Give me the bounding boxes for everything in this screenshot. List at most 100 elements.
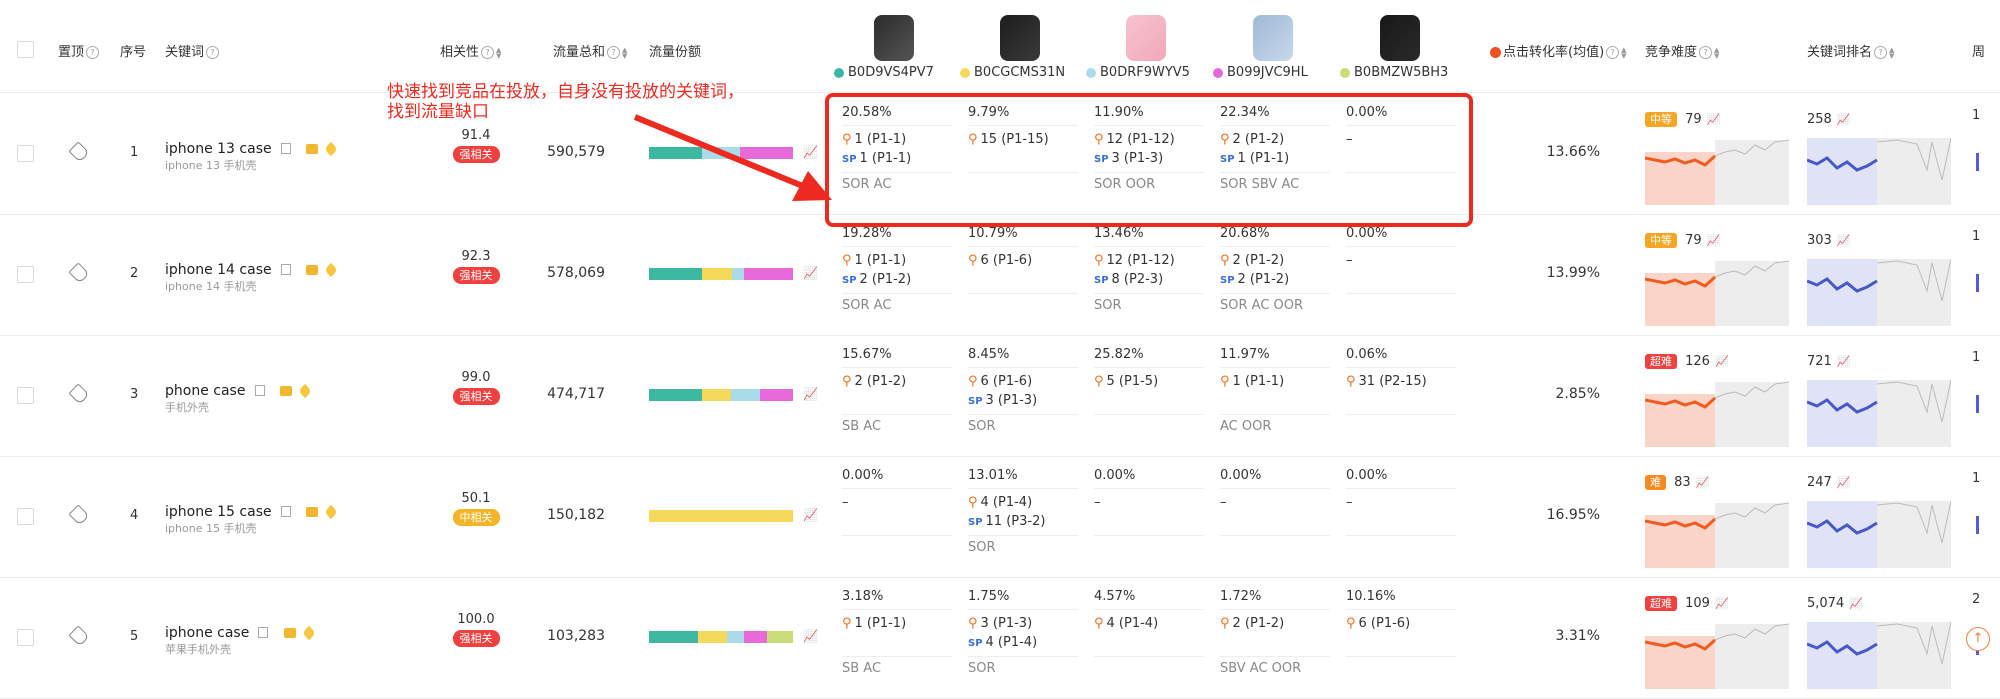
row-checkbox[interactable] — [17, 629, 34, 646]
trend-icon[interactable]: 📈 — [803, 387, 818, 401]
copy-icon[interactable] — [280, 506, 291, 517]
rank-value: 3 (P1-3) — [985, 393, 1038, 408]
help-icon[interactable]: ? — [607, 46, 621, 59]
trend-icon[interactable]: 📈 — [1837, 113, 1851, 126]
copy-icon[interactable] — [254, 385, 265, 396]
rocket-icon[interactable] — [323, 262, 338, 277]
keyword-text[interactable]: iphone 15 case — [165, 504, 272, 520]
sort-icon[interactable]: ▲ ▼ — [622, 46, 627, 59]
help-icon[interactable]: ? — [1874, 46, 1888, 59]
help-icon[interactable]: ? — [1699, 46, 1713, 59]
trend-icon[interactable]: 📈 — [1849, 597, 1863, 610]
keyword-text[interactable]: iphone 13 case — [165, 141, 272, 157]
trend-icon[interactable]: 📈 — [1837, 355, 1851, 368]
row-checkbox[interactable] — [17, 145, 34, 162]
help-icon[interactable]: ? — [481, 46, 495, 59]
traffic-share-bar[interactable] — [649, 268, 793, 280]
relevance-cell: 92.3 强相关 — [451, 249, 501, 284]
copy-icon[interactable] — [258, 627, 269, 638]
trend-icon[interactable]: 📈 — [1837, 234, 1851, 247]
product-image[interactable] — [1126, 15, 1166, 61]
copy-icon[interactable] — [280, 264, 291, 275]
trend-icon[interactable]: 📈 — [1837, 476, 1851, 489]
tag-icon[interactable] — [68, 262, 90, 284]
sort-ctr[interactable]: 点击转化率(均值)? ▲ ▼ — [1490, 41, 1627, 60]
ad-icon[interactable] — [305, 143, 318, 154]
rocket-icon[interactable] — [323, 504, 338, 519]
difficulty-badge: 超难 — [1645, 354, 1677, 369]
table-row[interactable]: 2 iphone 14 case iphone 14 手机壳 92.3 强相关 … — [0, 214, 2000, 335]
product-legend[interactable]: B0D9VS4PV7 — [834, 65, 934, 80]
competition-sparkline — [1645, 139, 1789, 205]
tag-icon[interactable] — [68, 625, 90, 647]
rocket-icon[interactable] — [301, 625, 316, 640]
copy-icon[interactable] — [280, 143, 291, 154]
keyword-text[interactable]: phone case — [165, 383, 245, 399]
trend-icon[interactable]: 📈 — [1707, 234, 1721, 247]
traffic-share-bar[interactable] — [649, 510, 793, 522]
product-image[interactable] — [1000, 15, 1040, 61]
table-row[interactable]: 5 iphone case 苹果手机外壳 100.0 强相关 103,283 📈 3… — [0, 577, 2000, 698]
ad-icon[interactable] — [305, 506, 318, 517]
product-legend[interactable]: B0BMZW5BH3 — [1340, 65, 1448, 80]
keyword-text[interactable]: iphone 14 case — [165, 262, 272, 278]
row-checkbox[interactable] — [17, 508, 34, 525]
sort-icon[interactable]: ▲ ▼ — [496, 46, 501, 59]
sort-traffic[interactable]: 流量总和? ▲ ▼ — [553, 41, 627, 60]
competition-cell: 超难 109 📈 — [1645, 592, 1729, 611]
traffic-share-bar[interactable] — [649, 631, 793, 643]
trend-icon[interactable]: 📈 — [1715, 597, 1729, 610]
table-row[interactable]: 4 iphone 15 case iphone 15 手机壳 50.1 中相关 … — [0, 456, 2000, 577]
select-all-checkbox[interactable] — [17, 41, 34, 58]
row-checkbox[interactable] — [17, 387, 34, 404]
difficulty-value: 109 — [1685, 596, 1710, 611]
product-image[interactable] — [1380, 15, 1420, 61]
tag-icon[interactable] — [68, 141, 90, 163]
trend-icon[interactable]: 📈 — [803, 266, 818, 280]
sort-rank[interactable]: 关键词排名? ▲ ▼ — [1807, 41, 1894, 60]
sort-competition[interactable]: 竞争难度? ▲ ▼ — [1645, 41, 1719, 60]
placement-tags: AC OOR — [1220, 419, 1272, 434]
edge-sparkline — [1976, 153, 1979, 171]
traffic-share-pct: 0.00% — [1094, 468, 1136, 483]
keyword-text[interactable]: iphone case — [165, 625, 249, 641]
traffic-share-bar[interactable] — [649, 389, 793, 401]
sort-relevance[interactable]: 相关性? ▲ ▼ — [440, 41, 501, 60]
product-image[interactable] — [874, 15, 914, 61]
table-row[interactable]: 3 phone case 手机外壳 99.0 强相关 474,717 📈 15.67… — [0, 335, 2000, 456]
product-cell: 11.97% ⚲ 1 (P1-1) AC OOR — [1220, 347, 1340, 434]
share-segment — [649, 268, 703, 280]
row-checkbox[interactable] — [17, 266, 34, 283]
scroll-top-button[interactable]: ↑ — [1966, 627, 1990, 651]
tag-icon[interactable] — [68, 504, 90, 526]
help-icon[interactable]: ? — [86, 46, 100, 59]
trend-icon[interactable]: 📈 — [803, 629, 818, 643]
rank-value: – — [1346, 495, 1353, 510]
sort-icon[interactable]: ▲ ▼ — [1621, 46, 1626, 59]
product-cell: 1.72% ⚲ 2 (P1-2) SBV AC OOR — [1220, 589, 1340, 676]
sp-icon: SP — [842, 275, 857, 286]
divider — [1346, 293, 1456, 294]
product-image[interactable] — [1253, 15, 1293, 61]
product-cell: 10.16% ⚲ 6 (P1-6) — [1346, 589, 1466, 661]
sort-icon[interactable]: ▲ ▼ — [1714, 46, 1719, 59]
product-legend[interactable]: B099JVC9HL — [1213, 65, 1308, 80]
sort-icon[interactable]: ▲ ▼ — [1889, 46, 1894, 59]
product-legend[interactable]: B0DRF9WYV5 — [1086, 65, 1190, 80]
ad-icon[interactable] — [279, 385, 292, 396]
help-icon[interactable]: ? — [1606, 46, 1620, 59]
product-asin: B0D9VS4PV7 — [848, 65, 934, 80]
ad-icon[interactable] — [305, 264, 318, 275]
rocket-icon[interactable] — [323, 141, 338, 156]
trend-icon[interactable]: 📈 — [803, 508, 818, 522]
product-cell: 19.28% ⚲ 1 (P1-1) SP 2 (P1-2) SOR AC — [842, 226, 962, 313]
rocket-icon[interactable] — [297, 383, 312, 398]
edge-sparkline — [1976, 395, 1979, 413]
ad-icon[interactable] — [283, 627, 296, 638]
tag-icon[interactable] — [68, 383, 90, 405]
trend-icon[interactable]: 📈 — [1715, 355, 1729, 368]
trend-icon[interactable]: 📈 — [1696, 476, 1710, 489]
help-icon[interactable]: ? — [206, 46, 220, 59]
trend-icon[interactable]: 📈 — [1707, 113, 1721, 126]
product-legend[interactable]: B0CGCMS31N — [960, 65, 1065, 80]
